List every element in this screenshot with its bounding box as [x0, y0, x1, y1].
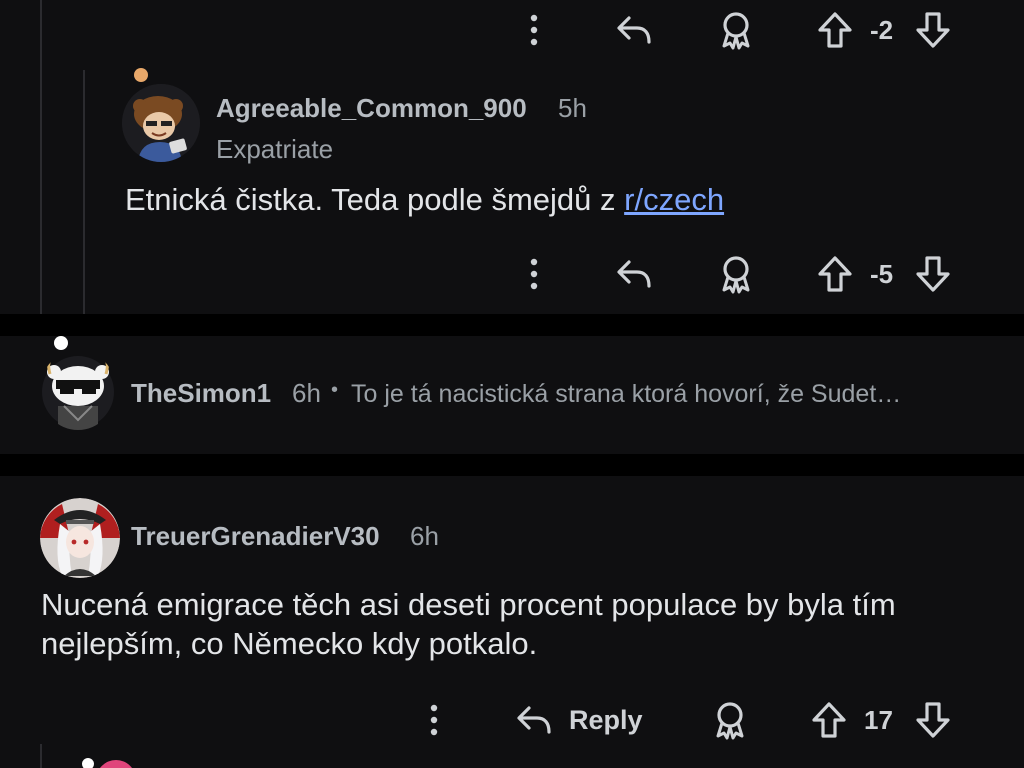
- snoo-antenna: [54, 336, 68, 350]
- username[interactable]: TreuerGrenadierV30: [131, 521, 380, 552]
- reply-button[interactable]: [614, 254, 656, 294]
- avatar-icon: [122, 84, 200, 162]
- upvote-button[interactable]: [816, 10, 854, 50]
- award-button[interactable]: [710, 698, 750, 742]
- downvote-arrow-icon: [916, 702, 950, 738]
- upvote-button[interactable]: [810, 700, 848, 740]
- username[interactable]: TheSimon1: [131, 378, 271, 409]
- snoo-antenna: [134, 68, 148, 82]
- comment-body-text: Etnická čistka. Teda podle šmejdů z: [125, 182, 625, 217]
- reply-button[interactable]: [614, 10, 656, 50]
- timestamp: 6h: [292, 378, 321, 408]
- comment-thread: TreuerGrenadierV30 6h Nucená emigrace tě…: [0, 476, 1024, 768]
- user-flair: Expatriate: [216, 134, 334, 164]
- award-button[interactable]: [716, 8, 756, 52]
- reply-label[interactable]: Reply: [569, 705, 643, 736]
- avatar[interactable]: [122, 84, 200, 162]
- more-vertical-icon: [530, 258, 538, 290]
- vote-count: -2: [870, 15, 894, 45]
- comment-preview: To je tá nacistická strana ktorá hovorí,…: [351, 380, 902, 408]
- downvote-button[interactable]: [914, 700, 952, 740]
- avatar-icon: [40, 498, 120, 578]
- more-options-button[interactable]: [522, 256, 546, 292]
- collapsed-comment[interactable]: TheSimon1 6h • To je tá nacistická stran…: [0, 336, 1024, 454]
- more-vertical-icon: [430, 704, 438, 736]
- separator-dot: •: [331, 379, 339, 401]
- thread-line[interactable]: [83, 70, 85, 314]
- snoo-antenna: [82, 758, 94, 768]
- downvote-arrow-icon: [916, 256, 950, 292]
- more-options-button[interactable]: [422, 702, 446, 738]
- reply-arrow-icon: [517, 706, 551, 734]
- award-icon: [722, 256, 750, 294]
- award-button[interactable]: [716, 252, 756, 296]
- reply-button[interactable]: [514, 700, 556, 740]
- avatar-icon: [42, 354, 114, 430]
- award-icon: [716, 702, 744, 740]
- avatar[interactable]: [40, 350, 116, 430]
- vote-count: -5: [870, 259, 894, 289]
- downvote-arrow-icon: [916, 12, 950, 48]
- vote-count: 17: [864, 705, 893, 735]
- subreddit-link[interactable]: r/czech: [624, 182, 724, 217]
- comment-thread: -2 Agreeable_Common_900 5h Expatriate Et…: [0, 0, 1024, 314]
- downvote-button[interactable]: [914, 254, 952, 294]
- avatar[interactable]: [40, 498, 120, 578]
- comment-body: Etnická čistka. Teda podle šmejdů z r/cz…: [125, 180, 724, 219]
- timestamp: 5h: [558, 93, 587, 123]
- upvote-button[interactable]: [816, 254, 854, 294]
- more-vertical-icon: [530, 14, 538, 46]
- comment-body: Nucená emigrace těch asi deseti procent …: [41, 587, 896, 661]
- avatar[interactable]: [96, 760, 136, 768]
- timestamp: 6h: [410, 521, 439, 551]
- reply-arrow-icon: [617, 16, 651, 44]
- upvote-arrow-icon: [818, 12, 852, 48]
- thread-line[interactable]: [40, 0, 42, 314]
- reply-arrow-icon: [617, 260, 651, 288]
- downvote-button[interactable]: [914, 10, 952, 50]
- username[interactable]: Agreeable_Common_900: [216, 93, 527, 124]
- thread-line[interactable]: [40, 744, 42, 768]
- upvote-arrow-icon: [818, 256, 852, 292]
- award-icon: [722, 12, 750, 50]
- more-options-button[interactable]: [522, 12, 546, 48]
- upvote-arrow-icon: [812, 702, 846, 738]
